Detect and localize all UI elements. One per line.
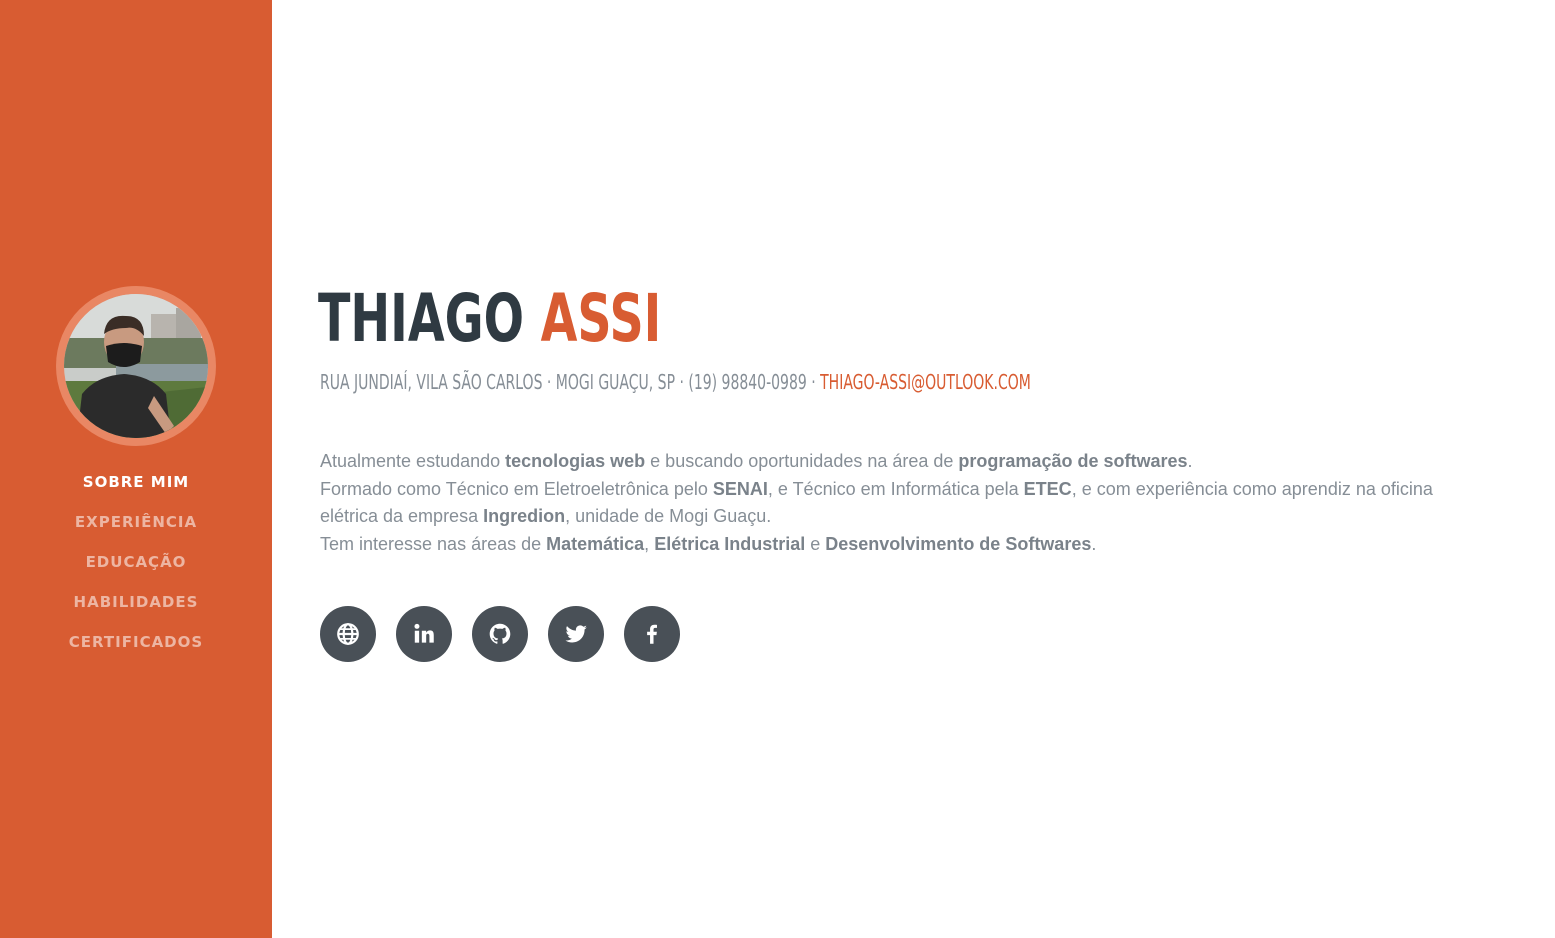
nav-item-educacao[interactable]: EDUCAÇÃO — [0, 542, 272, 582]
github-icon — [489, 623, 511, 644]
nav-item-certificados[interactable]: CERTIFICADOS — [0, 622, 272, 662]
website-button[interactable] — [320, 606, 376, 662]
profile-avatar[interactable] — [56, 286, 216, 446]
sidebar-nav: SOBRE MIM EXPERIÊNCIA EDUCAÇÃO HABILIDAD… — [0, 462, 272, 662]
nav-item-habilidades[interactable]: HABILIDADES — [0, 582, 272, 622]
about-paragraph: Formado como Técnico em Eletroeletrônica… — [320, 478, 1433, 527]
about-paragraph: Atualmente estudando tecnologias web e b… — [320, 451, 1193, 471]
email-link[interactable]: THIAGO-ASSI@OUTLOOK.COM — [820, 370, 1031, 394]
twitter-icon — [565, 625, 587, 643]
highlight: ETEC — [1023, 478, 1072, 499]
page-title: THIAGO ASSI — [318, 274, 661, 364]
nav-item-sobre-mim[interactable]: SOBRE MIM — [0, 462, 272, 502]
last-name: ASSI — [540, 280, 662, 357]
highlight: programação de softwares — [958, 451, 1188, 471]
sidebar: SOBRE MIM EXPERIÊNCIA EDUCAÇÃO HABILIDAD… — [0, 0, 272, 938]
contact-info: RUA JUNDIAÍ, VILA SÃO CARLOS · MOGI GUAÇ… — [320, 368, 1031, 396]
facebook-button[interactable] — [624, 606, 680, 662]
address-text: RUA JUNDIAÍ, VILA SÃO CARLOS · MOGI GUAÇ… — [320, 370, 816, 394]
first-name: THIAGO — [318, 280, 525, 357]
twitter-button[interactable] — [548, 606, 604, 662]
highlight: Matemática — [546, 533, 645, 554]
social-links — [320, 606, 680, 662]
highlight: Elétrica Industrial — [654, 533, 806, 554]
about-text: Atualmente estudando tecnologias web e b… — [320, 448, 1460, 558]
nav-item-experiencia[interactable]: EXPERIÊNCIA — [0, 502, 272, 542]
facebook-icon — [647, 624, 657, 644]
about-paragraph: Tem interesse nas áreas de Matemática, E… — [320, 533, 1097, 554]
linkedin-button[interactable] — [396, 606, 452, 662]
github-button[interactable] — [472, 606, 528, 662]
profile-photo — [64, 294, 208, 438]
highlight: Desenvolvimento de Softwares — [825, 533, 1092, 554]
highlight: Ingredion — [483, 506, 566, 527]
globe-icon — [337, 623, 359, 645]
highlight: SENAI — [712, 478, 768, 499]
linkedin-icon — [414, 623, 434, 643]
highlight: tecnologias web — [505, 451, 646, 471]
